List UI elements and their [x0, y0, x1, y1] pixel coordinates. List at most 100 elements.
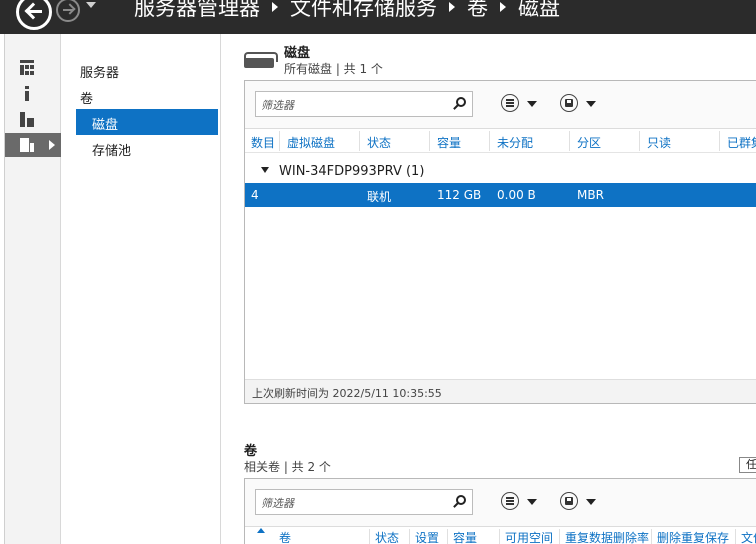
chevron-down-icon [586, 101, 596, 107]
disk-icon [244, 52, 278, 70]
tree-item-disks[interactable]: 磁盘 [76, 109, 218, 135]
volumes-filter-input[interactable]: 筛选器 [255, 489, 473, 515]
column-header-capacity[interactable]: 容量 [437, 134, 461, 151]
column-divider[interactable] [569, 131, 570, 151]
search-icon[interactable] [456, 97, 466, 107]
column-header-dedup-savings[interactable]: 删除重复保存 [657, 529, 729, 544]
search-icon[interactable] [456, 495, 466, 505]
server-group-header[interactable]: WIN-34FDP993PRV (1) [261, 164, 424, 179]
column-divider[interactable] [409, 529, 410, 544]
rail-item-local-server[interactable] [5, 82, 61, 106]
column-divider[interactable] [719, 131, 720, 151]
tree-item-storage-pools[interactable]: 存储池 [92, 140, 131, 159]
volumes-column-headers: 卷 状态 设置 容量 可用空间 重复数据删除率 删除重复保存 文件系统 [245, 527, 756, 544]
collapse-caret-icon[interactable] [261, 167, 269, 173]
history-dropdown-icon[interactable] [86, 2, 96, 8]
expand-arrow-icon [49, 140, 55, 150]
breadcrumb-file-storage-services[interactable]: 文件和存储服务 [290, 0, 437, 22]
cell-unallocated: 0.00 B [497, 188, 536, 202]
info-icon [24, 86, 30, 101]
chevron-down-icon [586, 499, 596, 505]
last-refresh-text: 上次刷新时间为 2022/5/11 10:35:55 [252, 387, 442, 400]
breadcrumb-volumes[interactable]: 卷 [467, 0, 488, 22]
column-header-virtual-disk[interactable]: 虚拟磁盘 [287, 134, 335, 151]
rail-item-all-servers[interactable] [5, 108, 61, 132]
table-row[interactable]: 4 联机 112 GB 0.00 B MBR [245, 183, 756, 207]
navigation-tree: 服务器 卷 磁盘 存储池 [61, 34, 221, 544]
filter-placeholder: 筛选器 [261, 497, 294, 510]
column-divider[interactable] [489, 131, 490, 151]
column-divider[interactable] [359, 131, 360, 151]
list-options-icon [501, 94, 519, 112]
column-divider[interactable] [639, 131, 640, 151]
column-header-dedup-rate[interactable]: 重复数据删除率 [565, 529, 649, 544]
column-divider[interactable] [651, 529, 652, 544]
volumes-panel: 筛选器 卷 状态 设置 容量 可用空间 重复数据删除率 删除重复保存 文 [244, 478, 756, 544]
disks-column-headers: 数目 虚拟磁盘 状态 容量 未分配 分区 只读 已群集 [245, 129, 756, 153]
rail-item-file-storage[interactable] [5, 133, 61, 157]
cell-partition: MBR [577, 188, 604, 202]
tree-item-servers[interactable]: 服务器 [80, 62, 119, 81]
cell-status: 联机 [367, 190, 392, 204]
column-divider[interactable] [447, 529, 448, 544]
disks-footer: 上次刷新时间为 2022/5/11 10:35:55 [245, 379, 756, 403]
sort-ascending-icon [257, 528, 265, 533]
volumes-toolbar: 筛选器 [245, 479, 756, 527]
back-arrow-icon[interactable] [16, 0, 52, 30]
disks-section-title: 磁盘 [284, 46, 311, 61]
column-header-status[interactable]: 状态 [367, 134, 391, 151]
column-divider[interactable] [279, 131, 280, 151]
forward-arrow-icon[interactable] [56, 0, 80, 22]
breadcrumb-separator-icon [272, 2, 278, 12]
breadcrumb-separator-icon [449, 2, 455, 12]
list-options-icon [501, 492, 519, 510]
column-header-number[interactable]: 数目 [251, 134, 275, 151]
all-servers-icon [20, 112, 34, 127]
filter-placeholder: 筛选器 [261, 99, 294, 112]
cell-number: 4 [251, 188, 259, 202]
column-divider[interactable] [499, 529, 500, 544]
column-header-status[interactable]: 状态 [375, 529, 399, 544]
column-header-free-space[interactable]: 可用空间 [505, 529, 553, 544]
main-content: 磁盘 所有磁盘 | 共 1 个 筛选器 数目 虚拟磁盘 状态 容量 未分配 分区… [222, 34, 756, 544]
dashboard-icon [20, 60, 34, 75]
rail-item-dashboard[interactable] [5, 56, 61, 80]
save-icon [560, 492, 578, 510]
column-header-volume[interactable]: 卷 [279, 529, 291, 544]
disks-list-options-button[interactable] [501, 94, 543, 114]
disks-save-query-button[interactable] [560, 94, 602, 114]
breadcrumb: 服务器管理器 文件和存储服务 卷 磁盘 [134, 0, 560, 22]
save-icon [560, 94, 578, 112]
column-header-file-system[interactable]: 文件系统 [741, 529, 756, 544]
disks-section-subtitle: 所有磁盘 | 共 1 个 [284, 62, 383, 76]
column-divider[interactable] [429, 131, 430, 151]
disks-panel: 筛选器 数目 虚拟磁盘 状态 容量 未分配 分区 只读 已群 WIN-34FDP… [244, 80, 756, 404]
file-storage-icon [20, 137, 34, 152]
breadcrumb-separator-icon [500, 2, 506, 12]
column-header-clustered[interactable]: 已群集 [727, 134, 756, 151]
column-divider[interactable] [559, 529, 560, 544]
volumes-save-query-button[interactable] [560, 492, 602, 512]
chevron-down-icon [527, 101, 537, 107]
volumes-list-options-button[interactable] [501, 492, 543, 512]
breadcrumb-disks: 磁盘 [518, 0, 560, 20]
volumes-section-title: 卷 [244, 444, 258, 459]
tree-item-volumes[interactable]: 卷 [80, 88, 93, 107]
server-group-label: WIN-34FDP993PRV (1) [279, 164, 425, 179]
column-header-unallocated[interactable]: 未分配 [497, 134, 533, 151]
chevron-down-icon [527, 499, 537, 505]
title-bar: 服务器管理器 文件和存储服务 卷 磁盘 [0, 0, 756, 34]
column-header-capacity[interactable]: 容量 [453, 529, 477, 544]
column-divider[interactable] [369, 529, 370, 544]
column-header-provisioning[interactable]: 设置 [415, 529, 439, 544]
volumes-section-subtitle: 相关卷 | 共 2 个 [244, 460, 331, 474]
tasks-button[interactable]: 任务 [739, 457, 756, 473]
column-divider[interactable] [735, 529, 736, 544]
disks-filter-input[interactable]: 筛选器 [255, 91, 473, 117]
column-header-readonly[interactable]: 只读 [647, 134, 671, 151]
column-header-partition[interactable]: 分区 [577, 134, 601, 151]
breadcrumb-server-manager[interactable]: 服务器管理器 [134, 0, 260, 22]
navigation-rail [4, 34, 61, 544]
cell-capacity: 112 GB [437, 188, 482, 202]
disks-toolbar: 筛选器 [245, 81, 756, 129]
